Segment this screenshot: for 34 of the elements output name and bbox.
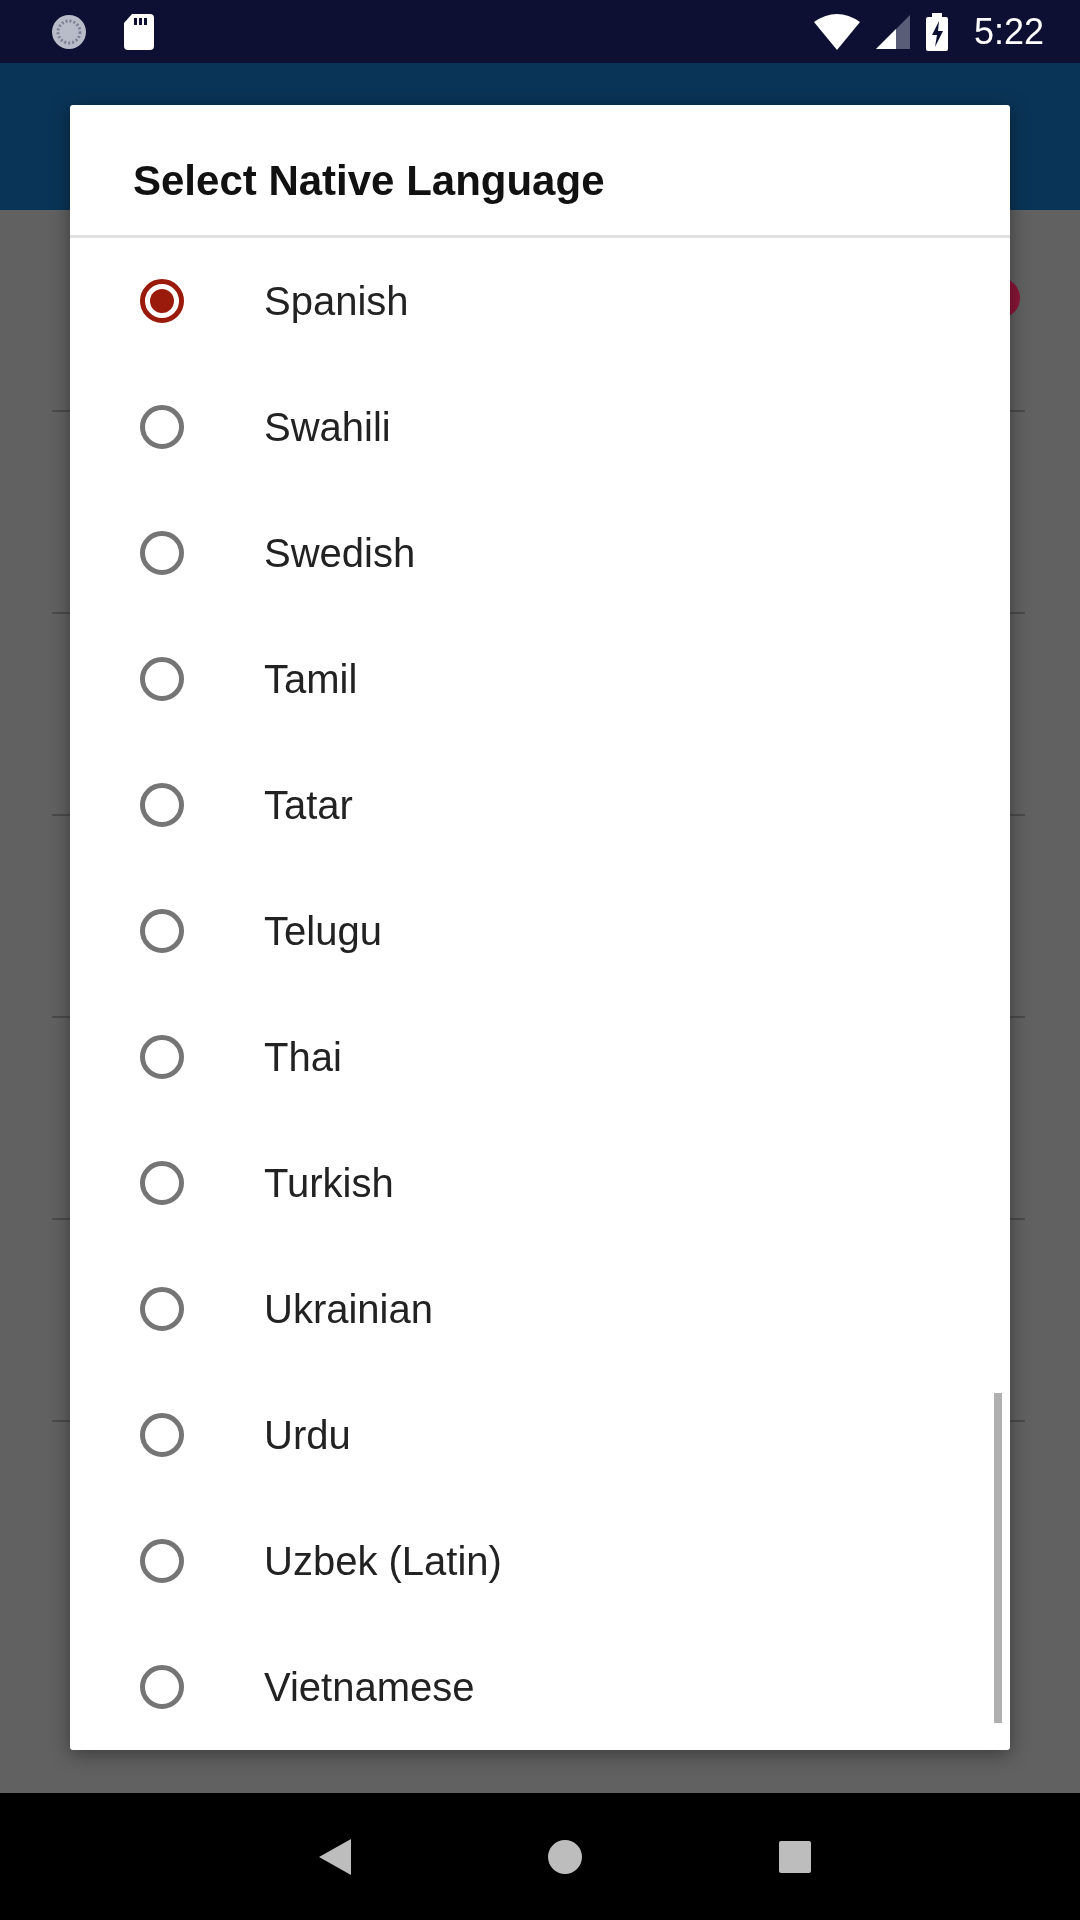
radio-button[interactable] [140,783,184,827]
radio-button[interactable] [140,657,184,701]
radio-button[interactable] [140,405,184,449]
language-option[interactable]: Tamil [70,616,1010,742]
radio-button[interactable] [140,1413,184,1457]
language-option[interactable]: Thai [70,994,1010,1120]
language-option[interactable]: Tatar [70,742,1010,868]
language-option[interactable]: Swedish [70,490,1010,616]
language-option[interactable]: Spanish [70,238,1010,364]
radio-button[interactable] [140,531,184,575]
wifi-icon [813,13,860,50]
radio-button[interactable] [140,1287,184,1331]
home-icon[interactable] [548,1839,582,1874]
sync-icon [50,12,88,51]
sd-card-icon [124,13,154,50]
language-option[interactable]: Vietnamese [70,1624,1010,1750]
back-icon[interactable] [318,1838,351,1875]
language-option[interactable]: Swahili [70,364,1010,490]
radio-button[interactable] [140,1539,184,1583]
radio-button[interactable] [140,1665,184,1709]
signal-icon [875,14,910,49]
language-option[interactable]: Urdu [70,1372,1010,1498]
language-option[interactable]: Telugu [70,868,1010,994]
language-option[interactable]: Ukrainian [70,1246,1010,1372]
dialog-title: Select Native Language [70,105,1010,238]
clock-time: 5:22 [973,10,1044,53]
language-option[interactable]: Uzbek (Latin) [70,1498,1010,1624]
radio-button[interactable] [140,909,184,953]
radio-button[interactable] [140,1161,184,1205]
radio-button[interactable] [140,279,184,323]
language-option[interactable]: Turkish [70,1120,1010,1246]
radio-button[interactable] [140,1035,184,1079]
battery-icon [925,12,948,51]
recents-icon[interactable] [779,1840,812,1873]
